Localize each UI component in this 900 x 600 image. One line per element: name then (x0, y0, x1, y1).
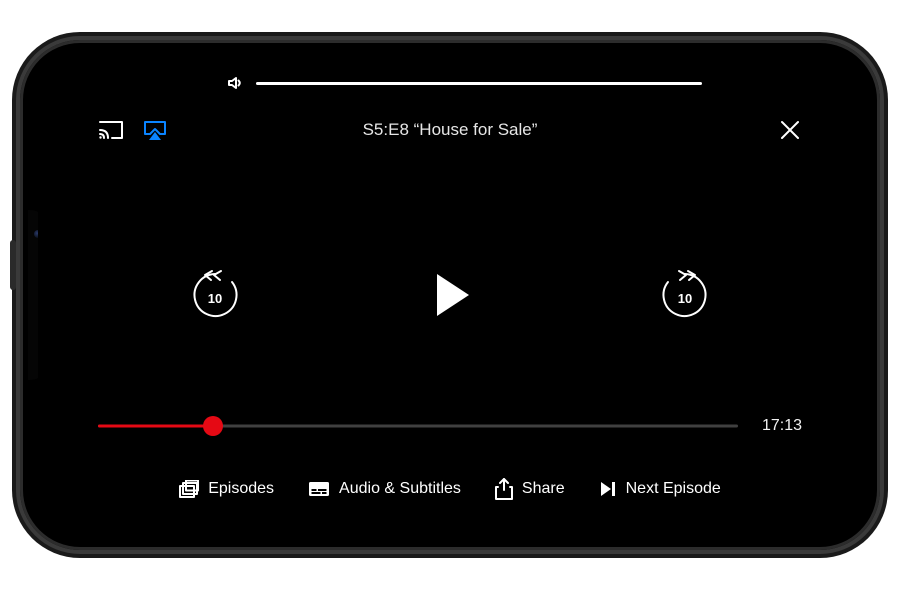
audio-subtitles-label: Audio & Subtitles (339, 480, 461, 498)
volume-level-bar[interactable] (256, 82, 702, 85)
next-episode-label: Next Episode (626, 480, 721, 498)
episode-title: S5:E8 “House for Sale” (98, 120, 802, 140)
video-player-screen: S5:E8 “House for Sale” 10 (38, 58, 862, 532)
time-remaining: 17:13 (754, 417, 802, 435)
subtitles-icon (308, 481, 330, 497)
volume-hud (228, 76, 702, 90)
share-label: Share (522, 480, 565, 498)
audio-subtitles-button[interactable]: Audio & Subtitles (308, 478, 461, 500)
scrubber-fill (98, 425, 213, 428)
airplay-icon[interactable] (142, 119, 168, 141)
episodes-icon (179, 480, 199, 498)
scrubber-row: 17:13 (98, 416, 802, 436)
playback-controls: 10 10 (38, 266, 862, 324)
share-icon (495, 478, 513, 500)
scrubber-knob[interactable] (203, 416, 223, 436)
episodes-label: Episodes (208, 480, 274, 498)
play-button[interactable] (421, 266, 479, 324)
share-button[interactable]: Share (495, 478, 565, 500)
phone-frame: S5:E8 “House for Sale” 10 (20, 40, 880, 550)
next-episode-button[interactable]: Next Episode (599, 478, 721, 500)
progress-scrubber[interactable] (98, 416, 738, 436)
forward-seconds-label: 10 (658, 274, 712, 322)
volume-low-icon (228, 76, 244, 90)
bottom-actions: Episodes Audio & Subtitles (38, 478, 862, 500)
chromecast-icon[interactable] (98, 119, 124, 141)
forward-10-button[interactable]: 10 (658, 268, 712, 322)
next-episode-icon (599, 480, 617, 498)
player-header: S5:E8 “House for Sale” (98, 110, 802, 150)
episodes-button[interactable]: Episodes (179, 478, 274, 500)
rewind-10-button[interactable]: 10 (188, 268, 242, 322)
rewind-seconds-label: 10 (188, 274, 242, 322)
close-button[interactable] (778, 118, 802, 142)
